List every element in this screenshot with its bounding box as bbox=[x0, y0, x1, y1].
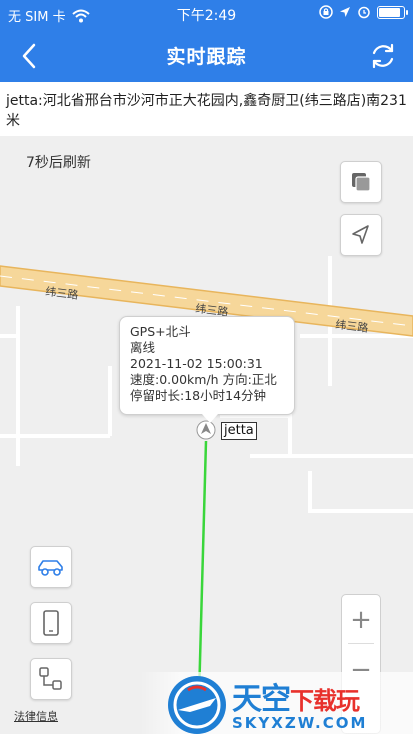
locate-button[interactable] bbox=[340, 214, 382, 256]
page-title: 实时跟踪 bbox=[166, 46, 247, 68]
address-text: jetta:河北省邢台市沙河市正大花园内,鑫奇厨卫(纬三路店)南231米 bbox=[0, 82, 413, 136]
navigation-arrow-icon bbox=[352, 225, 369, 244]
status-right bbox=[319, 5, 408, 19]
nav-bar: 实时跟踪 bbox=[0, 30, 413, 82]
road-label: 纬三路 bbox=[335, 318, 369, 335]
watermark-title: 天空下载玩 bbox=[232, 674, 360, 718]
popup-pointer bbox=[202, 414, 218, 423]
layers-button[interactable] bbox=[340, 161, 382, 203]
watermark-subtitle: SKYXZW.COM bbox=[232, 714, 368, 732]
location-icon bbox=[340, 7, 350, 17]
map-view[interactable]: 纬三路 纬三路 纬三路 7秒后刷新 GPS+北斗 离线 2021-11-02 1… bbox=[0, 136, 413, 734]
zoom-divider bbox=[348, 643, 374, 644]
phone-icon bbox=[43, 610, 59, 636]
route-icon bbox=[39, 667, 62, 690]
orientation-lock-icon bbox=[319, 5, 333, 19]
battery-icon bbox=[377, 5, 408, 19]
alarm-icon bbox=[358, 6, 370, 19]
route-button[interactable] bbox=[30, 658, 72, 700]
watermark-logo bbox=[168, 676, 226, 734]
status-bar: 无 SIM 卡 下午2:49 bbox=[0, 0, 413, 30]
car-name-label: jetta bbox=[221, 422, 257, 440]
battery-fill bbox=[379, 7, 401, 17]
popup-stay-duration: 停留时长:18小时14分钟 bbox=[130, 388, 267, 403]
road-label: 纬三路 bbox=[45, 285, 79, 302]
watermark-title-main: 天空 bbox=[232, 682, 291, 717]
car-icon bbox=[38, 560, 63, 576]
airplane-icon bbox=[173, 681, 221, 729]
car-view-button[interactable] bbox=[30, 546, 72, 588]
zoom-in-button[interactable]: + bbox=[342, 600, 380, 640]
refresh-countdown: 7秒后刷新 bbox=[26, 155, 91, 171]
watermark-title-red: 下载玩 bbox=[290, 687, 360, 715]
phone-view-button[interactable] bbox=[30, 602, 72, 644]
legal-info-link[interactable]: 法律信息 bbox=[14, 708, 58, 724]
refresh-icon[interactable] bbox=[367, 40, 399, 72]
popup-timestamp: 2021-11-02 15:00:31 bbox=[130, 356, 263, 371]
popup-status: 离线 bbox=[130, 340, 156, 355]
popup-speed-direction: 速度:0.00km/h 方向:正北 bbox=[130, 372, 277, 387]
popup-positioning: GPS+北斗 bbox=[130, 324, 191, 339]
layers-icon bbox=[352, 173, 371, 192]
vehicle-info-popup: GPS+北斗 离线 2021-11-02 15:00:31 速度:0.00km/… bbox=[119, 316, 295, 415]
